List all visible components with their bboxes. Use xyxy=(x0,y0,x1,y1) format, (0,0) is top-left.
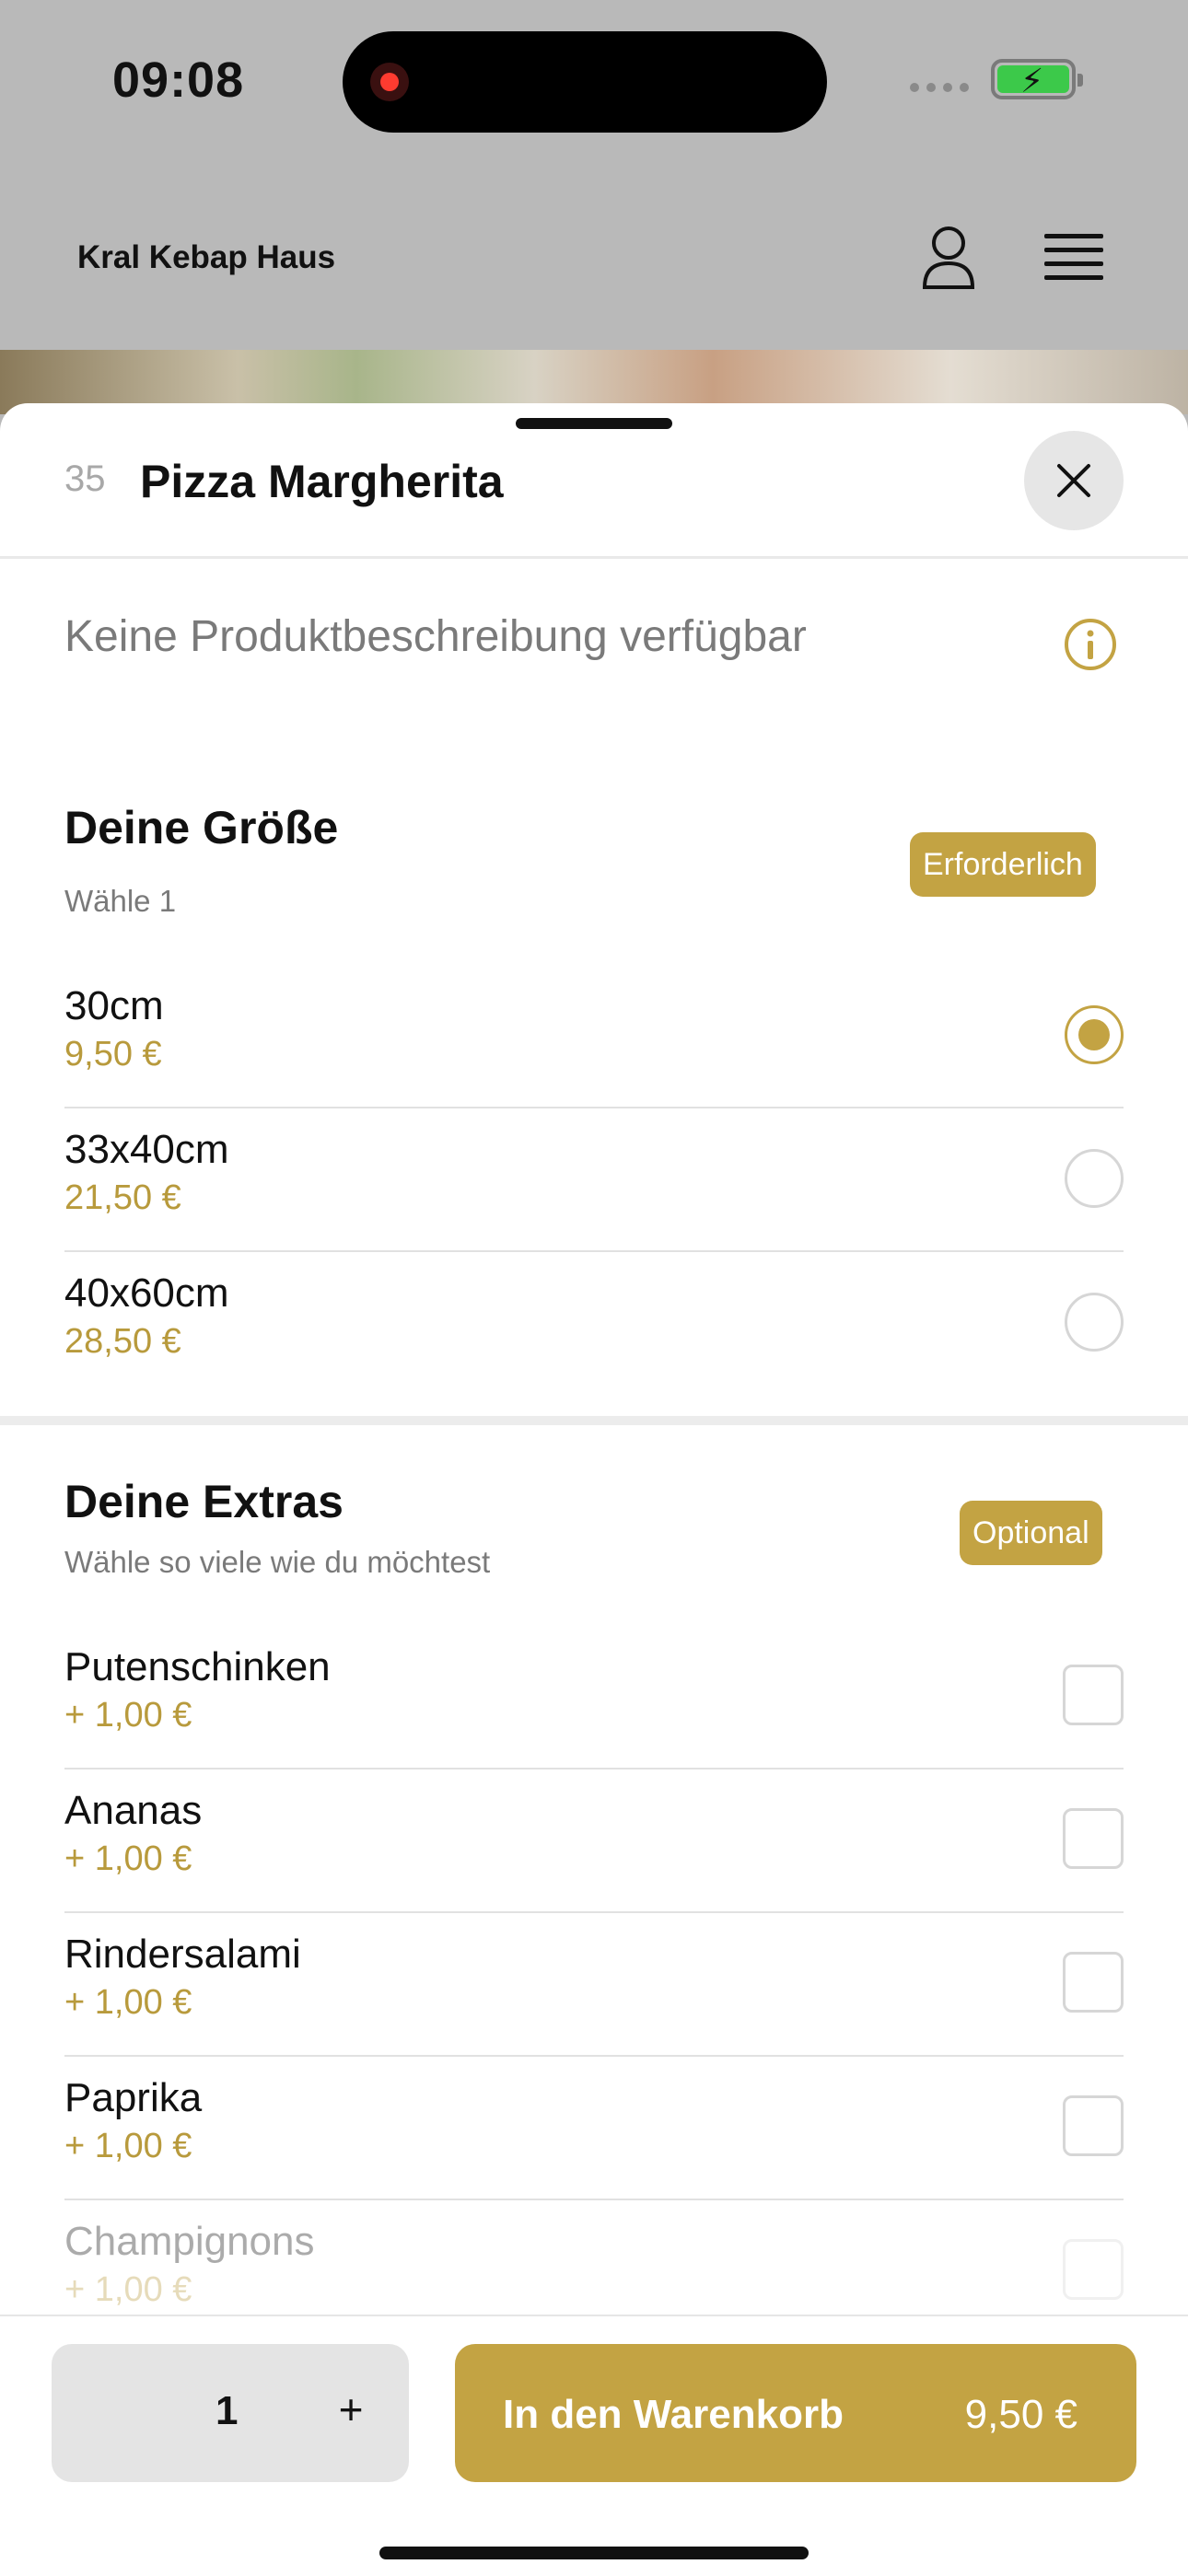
option-price: + 1,00 € xyxy=(64,1696,192,1735)
extra-option-ananas[interactable]: Ananas + 1,00 € xyxy=(64,1768,1124,1913)
status-time: 09:08 xyxy=(112,52,245,108)
size-section-subtitle: Wähle 1 xyxy=(64,884,177,918)
checkbox[interactable] xyxy=(1063,1808,1124,1869)
product-sheet: 35 Pizza Margherita Keine Produktbeschre… xyxy=(0,403,1188,2574)
option-label: 40x60cm xyxy=(64,1271,229,1316)
status-bar: 09:08 ⚡ xyxy=(0,0,1188,166)
signal-icon xyxy=(910,83,969,92)
extras-section-subtitle: Wähle so viele wie du möchtest xyxy=(64,1545,491,1579)
sheet-header: 35 Pizza Margherita xyxy=(0,403,1188,559)
checkbox[interactable] xyxy=(1063,1665,1124,1725)
option-label: Rindersalami xyxy=(64,1932,301,1977)
brand-name: Kral Kebap Haus xyxy=(77,239,336,275)
cart-total-price: 9,50 € xyxy=(964,2392,1077,2437)
extra-option-putenschinken[interactable]: Putenschinken + 1,00 € xyxy=(64,1624,1124,1770)
checkbox[interactable] xyxy=(1063,1952,1124,2013)
extras-section-title: Deine Extras xyxy=(64,1476,344,1527)
option-price: + 1,00 € xyxy=(64,2270,192,2309)
size-section-title: Deine Größe xyxy=(64,802,339,853)
product-number: 35 xyxy=(64,458,106,499)
quantity-stepper: 1 + xyxy=(52,2344,409,2482)
option-label: 33x40cm xyxy=(64,1127,229,1172)
menu-icon[interactable] xyxy=(1044,234,1103,282)
info-icon[interactable] xyxy=(1063,617,1118,672)
option-label: Champignons xyxy=(64,2219,315,2264)
close-button[interactable] xyxy=(1024,431,1124,530)
option-label: 30cm xyxy=(64,983,164,1028)
radio-button[interactable] xyxy=(1065,1293,1124,1352)
dynamic-island xyxy=(343,31,827,133)
checkbox[interactable] xyxy=(1063,2239,1124,2300)
close-icon xyxy=(1057,464,1090,497)
app-header: Kral Kebap Haus xyxy=(0,166,1188,350)
checkbox[interactable] xyxy=(1063,2095,1124,2156)
required-badge: Erforderlich xyxy=(910,832,1096,897)
size-option-40x60cm[interactable]: 40x60cm 28,50 € xyxy=(64,1250,1124,1394)
option-label: Paprika xyxy=(64,2075,203,2120)
product-description: Keine Produktbeschreibung verfügbar xyxy=(64,612,807,661)
option-price: 28,50 € xyxy=(64,1322,181,1361)
bottom-action-bar: 1 + In den Warenkorb 9,50 € xyxy=(0,2315,1188,2576)
recording-icon xyxy=(370,63,409,101)
option-label: Ananas xyxy=(64,1788,203,1833)
option-label: Putenschinken xyxy=(64,1644,331,1689)
battery-icon: ⚡ xyxy=(991,59,1083,99)
option-price: 21,50 € xyxy=(64,1178,181,1217)
option-price: 9,50 € xyxy=(64,1035,162,1073)
radio-button-selected[interactable] xyxy=(1065,1005,1124,1064)
extra-option-rindersalami[interactable]: Rindersalami + 1,00 € xyxy=(64,1911,1124,2057)
optional-badge: Optional xyxy=(960,1501,1102,1565)
option-price: + 1,00 € xyxy=(64,1839,192,1878)
size-option-33x40cm[interactable]: 33x40cm 21,50 € xyxy=(64,1107,1124,1252)
option-price: + 1,00 € xyxy=(64,1983,192,2022)
add-to-cart-button[interactable]: In den Warenkorb 9,50 € xyxy=(455,2344,1136,2482)
quantity-increment-button[interactable]: + xyxy=(328,2385,374,2434)
size-option-30cm[interactable]: 30cm 9,50 € xyxy=(64,963,1124,1108)
extra-option-paprika[interactable]: Paprika + 1,00 € xyxy=(64,2055,1124,2200)
home-indicator[interactable] xyxy=(379,2547,809,2559)
radio-button[interactable] xyxy=(1065,1149,1124,1208)
product-title: Pizza Margherita xyxy=(140,456,504,507)
add-to-cart-label: In den Warenkorb xyxy=(503,2392,844,2437)
section-divider xyxy=(0,1416,1188,1425)
quantity-value: 1 xyxy=(215,2388,239,2433)
option-price: + 1,00 € xyxy=(64,2127,192,2165)
user-icon[interactable] xyxy=(919,225,978,291)
